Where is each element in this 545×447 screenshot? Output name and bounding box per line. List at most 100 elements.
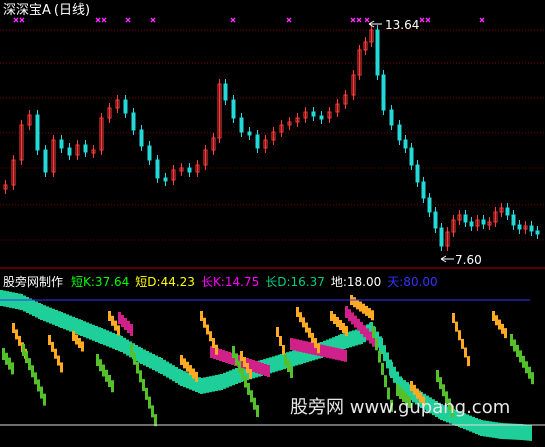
short-d-bar: [305, 322, 308, 333]
long-k-bar: [261, 363, 264, 375]
indicator-name: 股旁网制作: [3, 275, 64, 289]
long-k-bar: [118, 312, 121, 324]
short-d-bar: [48, 335, 51, 345]
short-k-bar: [516, 344, 519, 357]
candle-body: [517, 224, 522, 230]
long-d-bar: [512, 423, 515, 440]
candle-body: [375, 29, 380, 76]
long-d-bar: [509, 423, 512, 440]
long-d-bar: [92, 324, 95, 341]
long-k-bar: [311, 342, 314, 355]
long-k-bar: [326, 345, 329, 358]
short-k-bar: [375, 338, 378, 351]
long-k-bar: [299, 339, 302, 352]
long-d-bar: [229, 370, 232, 387]
short-d-bar: [464, 347, 467, 358]
candle-body: [59, 139, 64, 149]
long-d-bar: [235, 368, 238, 384]
long-d-bar: [503, 423, 506, 440]
long-k-bar: [130, 324, 133, 336]
long-k-bar: [258, 362, 261, 374]
long-d-bar: [83, 321, 86, 338]
candle-body: [403, 139, 408, 149]
short-k-bar: [37, 379, 40, 392]
candle-body: [231, 99, 236, 119]
short-k-bar: [290, 366, 293, 378]
short-d-bar: [117, 325, 120, 336]
long-d-bar: [526, 424, 529, 441]
long-d-bar: [169, 363, 172, 380]
candle-body: [427, 197, 432, 213]
long-d-bar: [69, 315, 72, 332]
short-d-bar: [299, 312, 302, 323]
long-k-bar: [290, 338, 293, 350]
short-d-bar: [243, 357, 246, 367]
long-d-bar: [223, 372, 226, 389]
short-k-bar: [247, 382, 250, 395]
long-d-bar: [123, 337, 126, 354]
short-d-bar: [458, 330, 461, 341]
legend-short-k: 短K:37.64: [71, 275, 130, 289]
short-d-bar: [240, 351, 243, 361]
long-d-bar: [352, 330, 355, 347]
long-d-bar: [220, 374, 223, 390]
signal-marker: [364, 17, 370, 23]
long-d-bar: [186, 372, 189, 389]
short-d-bar: [410, 381, 413, 391]
long-d-bar: [35, 301, 38, 318]
long-d-bar: [100, 328, 103, 344]
short-d-bar: [114, 320, 117, 331]
legend-sky: 天:80.00: [387, 275, 438, 289]
candle-body: [223, 83, 228, 101]
short-k-bar: [372, 326, 375, 338]
long-k-bar: [219, 349, 222, 361]
short-k-bar: [510, 334, 513, 346]
short-d-bar: [51, 341, 54, 352]
short-k-bar: [136, 361, 139, 374]
short-d-bar: [75, 334, 78, 345]
short-k-bar: [43, 393, 46, 406]
candle-body: [247, 131, 252, 136]
long-d-bar: [143, 349, 146, 366]
candlestick-series: [3, 25, 540, 251]
long-d-bar: [383, 345, 386, 362]
short-k-bar: [525, 361, 528, 374]
short-d-bar: [359, 301, 362, 312]
long-d-bar: [480, 420, 483, 436]
long-d-bar: [146, 351, 149, 367]
short-k-bar: [287, 360, 290, 372]
long-d-bar: [206, 376, 209, 393]
long-k-bar: [320, 344, 323, 357]
long-d-bar: [60, 312, 63, 328]
candle-body: [139, 129, 144, 147]
chart-canvas: [0, 17, 545, 441]
short-k-bar: [145, 387, 148, 400]
long-k-bar: [351, 312, 354, 325]
short-k-bar: [378, 350, 381, 363]
long-d-bar: [20, 294, 23, 310]
long-d-bar: [66, 314, 69, 331]
candle-body: [35, 114, 40, 151]
short-k-bar: [31, 365, 34, 378]
signal-marker: [356, 17, 362, 23]
long-d-bar: [75, 318, 78, 334]
short-d-bar: [78, 338, 81, 348]
candle-body: [421, 181, 426, 199]
short-k-bar: [40, 386, 43, 399]
candle-body: [239, 117, 244, 133]
long-d-bar: [103, 329, 106, 346]
short-d-bar: [186, 361, 189, 372]
long-k-bar: [345, 306, 348, 318]
long-d-bar: [32, 300, 35, 316]
long-d-bar: [212, 375, 215, 392]
short-d-bar: [371, 310, 374, 321]
long-d-bar: [386, 352, 389, 369]
short-d-bar: [362, 303, 365, 314]
long-d-bar: [215, 375, 218, 391]
long-d-bar: [52, 308, 55, 325]
long-d-bar: [23, 295, 26, 312]
long-d-bar: [46, 306, 49, 323]
short-d-bar: [317, 343, 320, 354]
short-k-bar: [241, 368, 244, 381]
price-high-label: 13.64: [385, 18, 420, 32]
